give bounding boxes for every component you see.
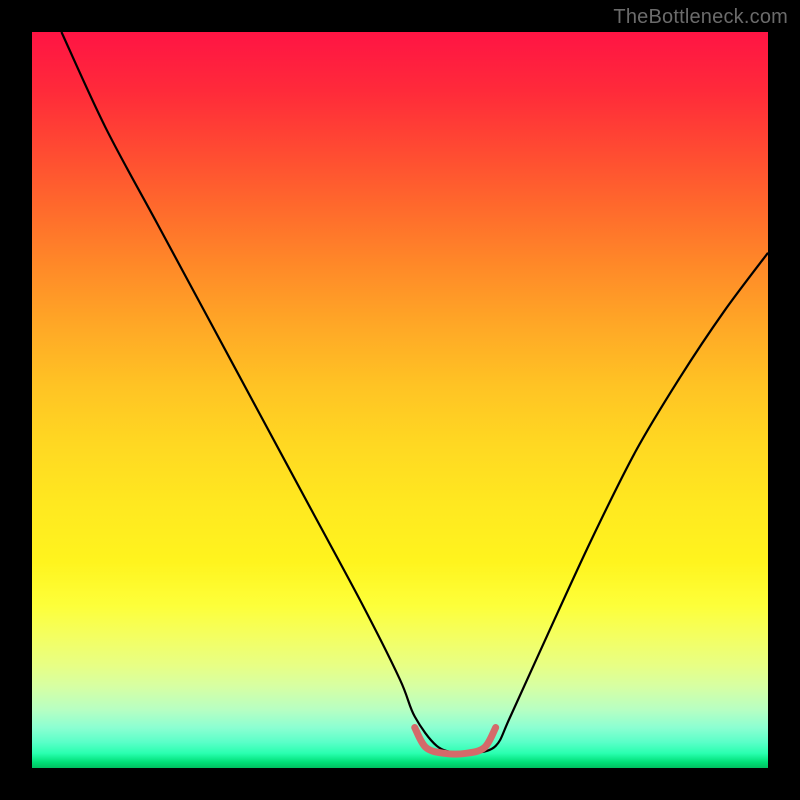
watermark-label: TheBottleneck.com <box>613 6 788 29</box>
series-layer <box>61 32 768 754</box>
series-sweet-spot <box>415 728 496 754</box>
chart-frame: TheBottleneck.com <box>0 0 800 800</box>
series-bottleneck-curve <box>61 32 768 754</box>
plot-area <box>32 32 768 768</box>
chart-svg <box>32 32 768 768</box>
